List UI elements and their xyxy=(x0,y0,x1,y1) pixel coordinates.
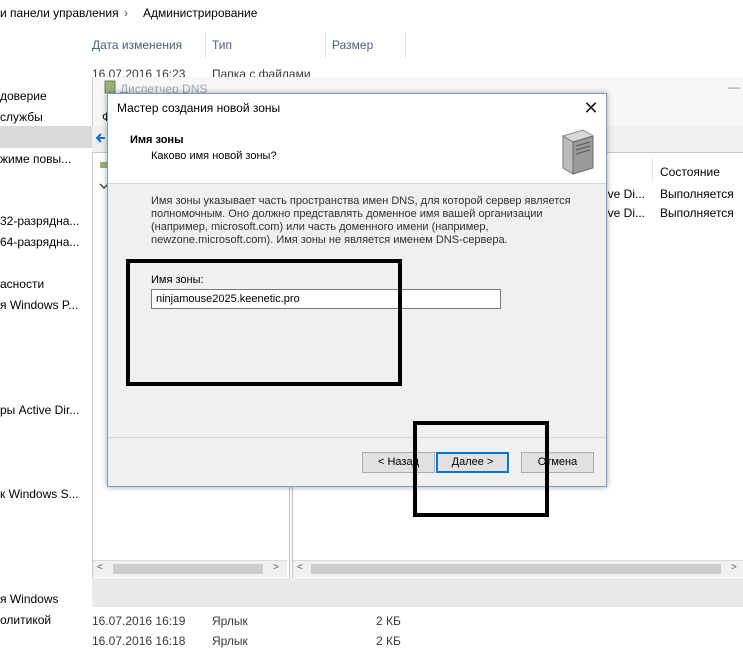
scroll-right-icon[interactable]: > xyxy=(273,562,279,573)
close-icon[interactable]: ✕ xyxy=(576,96,606,120)
wizard-description: Имя зоны указывает часть пространства им… xyxy=(151,195,571,246)
sidebar-item[interactable]: доверие xyxy=(0,89,47,103)
dns-row-status: Выполняется xyxy=(660,187,734,201)
sidebar-item[interactable]: олитикой xyxy=(0,613,51,627)
tree-horizontal-scrollbar[interactable]: < > xyxy=(93,560,287,577)
column-divider[interactable] xyxy=(405,32,406,58)
file-size: 2 КБ xyxy=(376,614,401,628)
column-divider[interactable] xyxy=(205,32,206,58)
file-type: Ярлык xyxy=(212,634,248,648)
scroll-thumb[interactable] xyxy=(311,564,721,574)
wizard-titlebar[interactable]: Мастер создания новой зоны ✕ xyxy=(108,94,606,122)
file-date: 16.07.2016 16:19 xyxy=(92,614,186,628)
sidebar-item[interactable]: 64-разрядна... xyxy=(0,235,79,249)
annotation-box-next xyxy=(413,421,549,517)
dns-app-icon xyxy=(104,80,116,94)
column-header-size[interactable]: Размер xyxy=(332,38,373,52)
server-icon xyxy=(561,129,595,175)
column-divider[interactable] xyxy=(652,158,653,182)
breadcrumb-item[interactable]: и панели управления xyxy=(0,6,119,20)
sidebar-item[interactable]: жиме повы... xyxy=(0,152,71,166)
file-date: 16.07.2016 16:18 xyxy=(92,634,186,648)
scroll-right-icon[interactable]: > xyxy=(731,562,737,573)
wizard-heading: Имя зоны xyxy=(130,134,184,146)
sidebar-item[interactable]: 32-разрядна... xyxy=(0,214,79,228)
scroll-thumb[interactable] xyxy=(113,564,263,574)
sidebar-item[interactable]: к Windows S... xyxy=(0,487,79,501)
sidebar-item[interactable]: асности xyxy=(0,277,44,291)
scroll-left-icon[interactable]: < xyxy=(97,562,103,573)
wizard-header: Имя зоны Каково имя новой зоны? xyxy=(108,122,606,184)
column-header-status[interactable]: Состояние xyxy=(660,165,720,179)
file-size: 2 КБ xyxy=(376,634,401,648)
dns-row-name[interactable]: ive Di... xyxy=(605,187,645,201)
breadcrumb: и панели управления › Администрирование xyxy=(0,0,743,27)
column-divider[interactable] xyxy=(325,32,326,58)
file-type: Ярлык xyxy=(212,614,248,628)
column-header-type[interactable]: Тип xyxy=(212,38,232,52)
sidebar-item[interactable]: я Windows xyxy=(0,592,59,606)
sidebar-item[interactable]: службы xyxy=(0,110,43,124)
column-header-date[interactable]: Дата изменения xyxy=(92,38,182,52)
breadcrumb-item[interactable]: Администрирование xyxy=(143,6,257,20)
dns-row-name[interactable]: ive Di... xyxy=(605,206,645,220)
sidebar-item[interactable]: я Windows P... xyxy=(0,298,78,312)
wizard-subheading: Каково имя новой зоны? xyxy=(151,150,277,162)
list-horizontal-scrollbar[interactable]: < > xyxy=(293,560,743,577)
minimize-icon[interactable]: — xyxy=(728,80,740,94)
dns-row-status: Выполняется xyxy=(660,206,734,220)
annotation-box-zone-name xyxy=(126,259,402,386)
back-arrow-icon[interactable] xyxy=(95,132,107,144)
breadcrumb-separator-icon: › xyxy=(124,6,128,20)
scroll-left-icon[interactable]: < xyxy=(297,562,303,573)
sidebar-item[interactable]: ры Active Dir... xyxy=(0,403,79,417)
wizard-title: Мастер создания новой зоны xyxy=(117,101,281,115)
status-bar xyxy=(92,578,743,607)
sidebar-selected-highlight xyxy=(0,126,92,148)
